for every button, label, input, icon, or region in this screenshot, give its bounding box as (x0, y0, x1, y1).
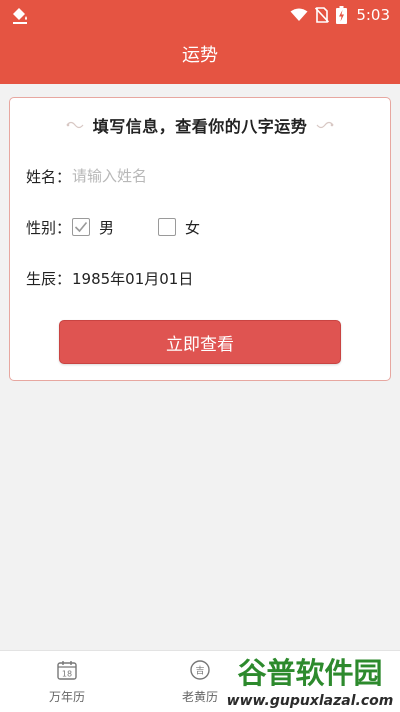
gender-row: 性别： 男 女 (26, 214, 200, 240)
name-label: 姓名： (26, 167, 72, 186)
app-header: 5:03 运势 (0, 0, 400, 84)
calendar-icon: 18 (57, 661, 77, 680)
nav-label-calendar: 万年历 (48, 690, 85, 704)
male-checkbox[interactable] (72, 218, 90, 236)
name-row: 姓名： (26, 163, 332, 189)
card-heading-row: 填写信息，查看你的八字运势 (10, 112, 390, 138)
paint-bucket-icon (13, 8, 27, 24)
name-input[interactable] (72, 164, 332, 188)
gender-option-female[interactable]: 女 (158, 217, 200, 238)
birth-label: 生辰： (26, 269, 72, 288)
gender-option-male[interactable]: 男 (72, 217, 114, 238)
left-ornament-icon (66, 121, 84, 129)
battery-charging-icon (336, 6, 348, 24)
status-bar: 5:03 (0, 0, 400, 30)
svg-text:谷普软件园: 谷普软件园 (237, 656, 382, 690)
gender-label: 性别： (26, 218, 72, 237)
female-label: 女 (185, 218, 201, 237)
no-sim-icon (315, 7, 330, 23)
right-ornament-icon (316, 121, 334, 129)
checkmark-icon (74, 221, 88, 233)
svg-text:18: 18 (62, 670, 72, 679)
svg-text:吉: 吉 (195, 666, 204, 677)
info-form-card: 填写信息，查看你的八字运势 姓名： 性别： 男 女 生辰： 1985年01月01… (9, 97, 391, 381)
svg-text:www.gupuxlazal.com: www.gupuxlazal.com (227, 693, 394, 709)
wifi-icon (290, 8, 308, 21)
status-time: 5:03 (356, 6, 390, 24)
view-fortune-button[interactable]: 立即查看 (59, 320, 341, 364)
birth-row[interactable]: 生辰： 1985年01月01日 (26, 265, 193, 291)
male-label: 男 (99, 218, 115, 237)
birth-date-value[interactable]: 1985年01月01日 (72, 268, 193, 289)
nav-item-calendar[interactable]: 18 万年历 (27, 659, 107, 705)
card-heading: 填写信息，查看你的八字运势 (92, 117, 308, 136)
almanac-icon: 吉 (190, 660, 210, 680)
page-title: 运势 (182, 45, 218, 66)
site-watermark-logo: 谷普软件园 www.gupuxlazal.com (225, 654, 394, 710)
female-checkbox[interactable] (158, 218, 177, 236)
